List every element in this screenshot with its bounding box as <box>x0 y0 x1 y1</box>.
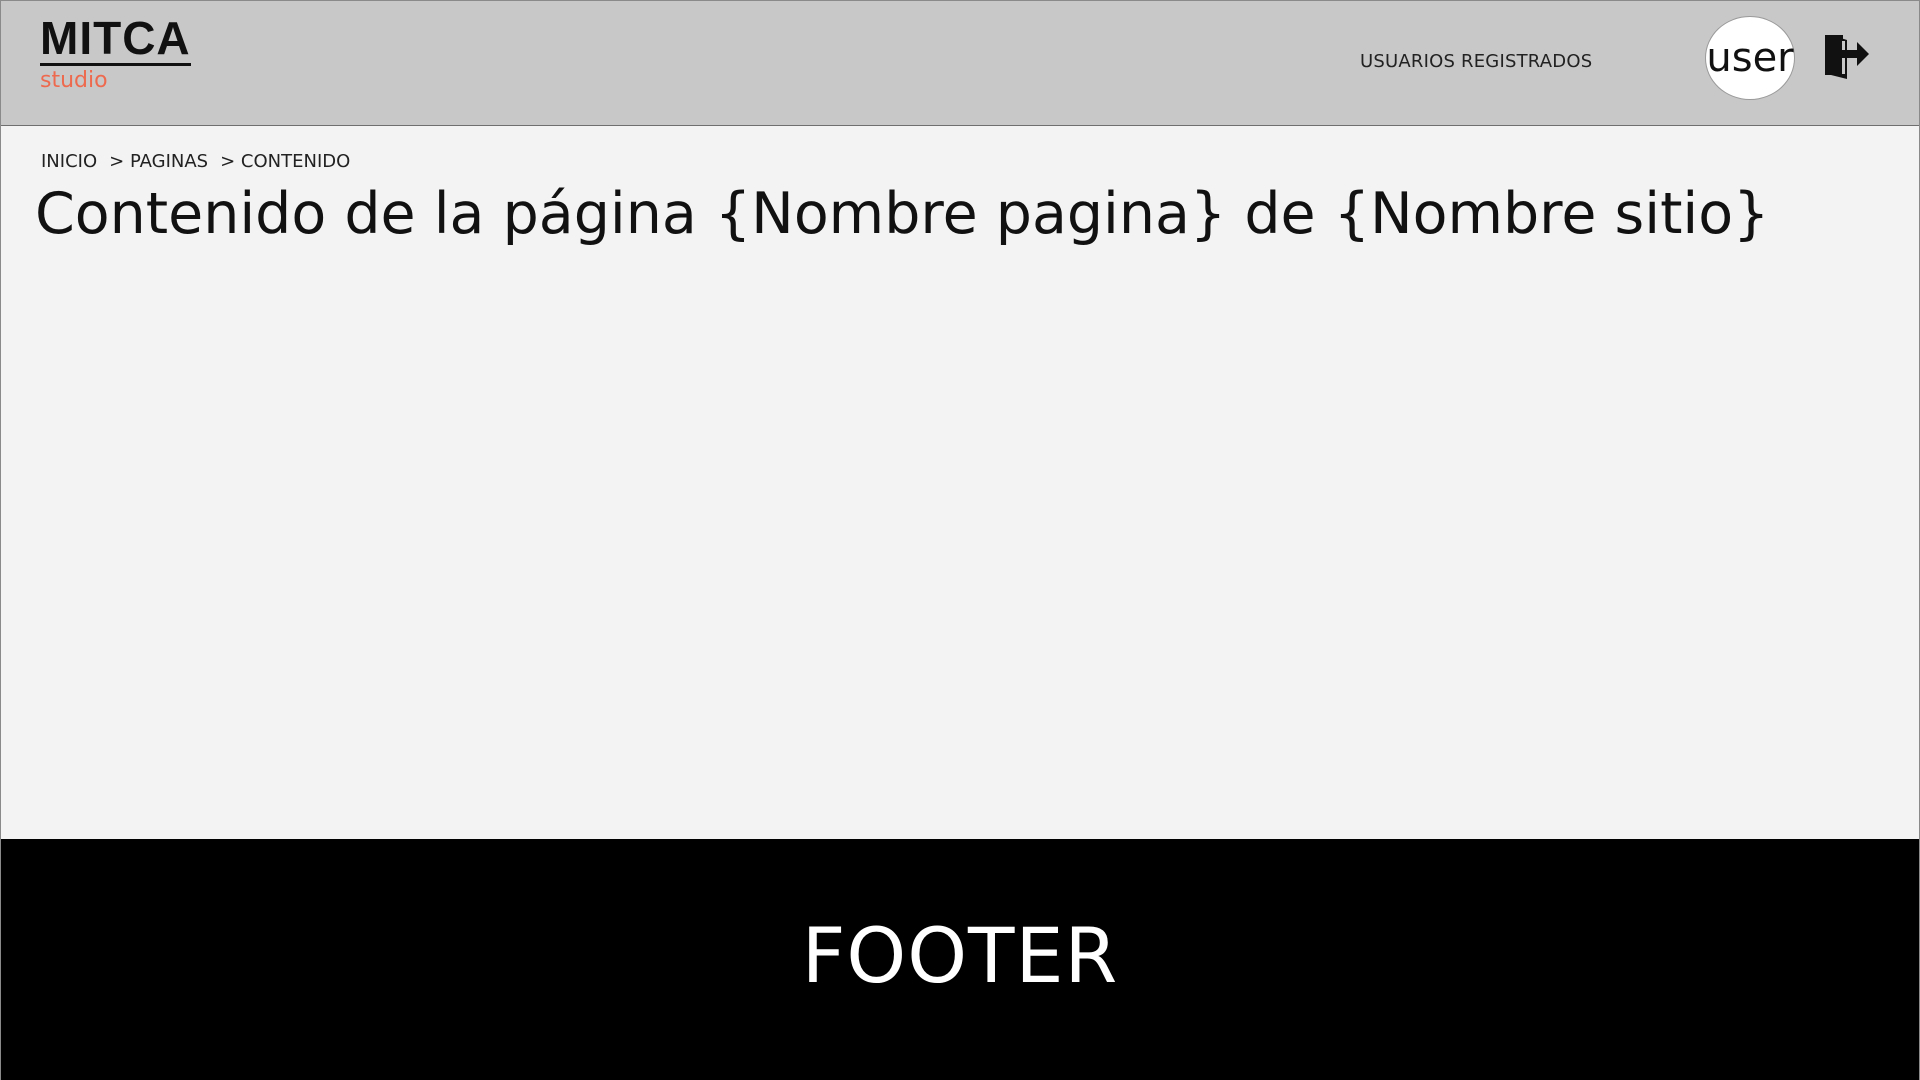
avatar-label: user <box>1706 35 1794 81</box>
footer-label: FOOTER <box>801 911 1119 1000</box>
logo-subtitle: studio <box>40 68 108 93</box>
page-title: Contenido de la página {Nombre pagina} d… <box>35 181 1770 247</box>
user-avatar[interactable]: user <box>1705 16 1795 100</box>
logout-button[interactable] <box>1823 31 1873 81</box>
logo-wordmark: MITCA <box>40 12 191 66</box>
logout-icon <box>1825 35 1869 79</box>
registered-users-link[interactable]: USUARIOS REGISTRADOS <box>1360 51 1592 72</box>
page-frame: MITCA studio USUARIOS REGISTRADOS user I… <box>0 0 1920 1080</box>
brand-logo[interactable]: MITCA studio <box>40 15 191 94</box>
breadcrumb-contenido[interactable]: > CONTENIDO <box>220 151 350 172</box>
top-header: MITCA studio USUARIOS REGISTRADOS user <box>1 1 1919 126</box>
breadcrumb-paginas[interactable]: > PAGINAS <box>109 151 208 172</box>
breadcrumb-inicio[interactable]: INICIO <box>41 151 97 172</box>
breadcrumb: INICIO > PAGINAS > CONTENIDO <box>41 151 350 172</box>
page-footer: FOOTER <box>1 839 1919 1080</box>
